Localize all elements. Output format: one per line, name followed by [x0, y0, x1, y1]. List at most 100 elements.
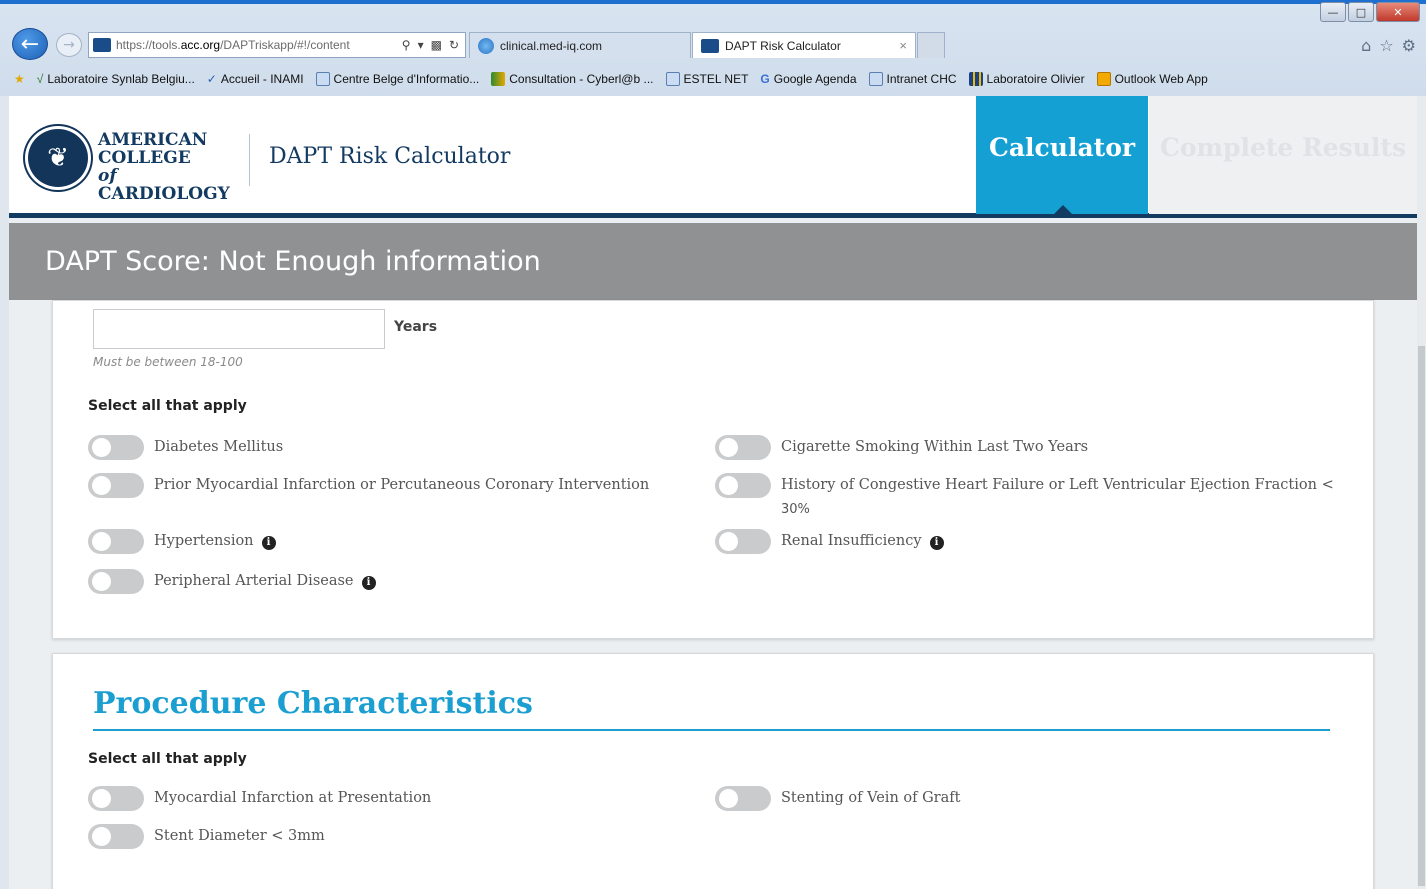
toggle-switch[interactable]: [88, 569, 144, 594]
factor-text: Renal Insufficiency: [781, 533, 922, 549]
info-icon[interactable]: i: [261, 536, 276, 550]
favorite-label: Intranet CHC: [886, 72, 957, 86]
factor-renal-insufficiency[interactable]: Renal Insufficiency i: [715, 529, 944, 554]
factor-diabetes[interactable]: Diabetes Mellitus: [88, 435, 283, 460]
factor-hypertension[interactable]: Hypertension i: [88, 529, 276, 554]
favorite-link[interactable]: G Google Agenda: [760, 72, 856, 86]
toggle-switch[interactable]: [715, 473, 771, 498]
favorite-link[interactable]: Centre Belge d'Informatio...: [315, 72, 480, 86]
toggle-switch[interactable]: [715, 529, 771, 554]
factor-label: Stenting of Vein of Graft: [781, 790, 961, 806]
page-icon: [665, 72, 680, 86]
favorite-label: ESTEL NET: [683, 72, 749, 86]
close-window-icon[interactable]: ✕: [1376, 2, 1420, 22]
factor-label: Renal Insufficiency i: [781, 529, 944, 553]
factor-label: History of Congestive Heart Failure or L…: [781, 473, 1334, 522]
page-scrollbar[interactable]: [1417, 96, 1426, 889]
back-button[interactable]: ←: [12, 28, 48, 60]
logo-word: COLLEGE: [98, 148, 191, 168]
factor-text: History of Congestive Heart Failure or L…: [781, 477, 1334, 493]
factor-stent-diameter[interactable]: Stent Diameter < 3mm: [88, 824, 325, 849]
window-controls: — □ ✕: [1320, 2, 1420, 22]
url-prefix: https://tools.: [116, 38, 181, 52]
factor-mi-at-presentation[interactable]: Myocardial Infarction at Presentation: [88, 786, 431, 811]
age-input[interactable]: [93, 309, 385, 349]
patient-characteristics-card: Years Must be between 18-100 Select all …: [52, 300, 1374, 639]
favorite-label: Accueil - INAMI: [220, 72, 304, 86]
browser-tools: ⌂ ☆ ⚙: [1361, 36, 1416, 55]
factor-prior-mi-pci[interactable]: Prior Myocardial Infarction or Percutane…: [88, 473, 649, 498]
favorites-star-icon[interactable]: ☆: [1379, 36, 1393, 55]
title-bar: [0, 0, 1426, 4]
favorite-link[interactable]: √ Laboratoire Synlab Belgiu...: [37, 72, 195, 86]
minimize-icon[interactable]: —: [1320, 2, 1346, 22]
close-tab-icon[interactable]: ×: [899, 38, 907, 53]
home-icon[interactable]: ⌂: [1361, 36, 1371, 55]
logo-word: of: [98, 166, 117, 186]
gear-icon[interactable]: ⚙: [1402, 36, 1416, 55]
factor-smoking[interactable]: Cigarette Smoking Within Last Two Years: [715, 435, 1088, 460]
tab-complete-results[interactable]: Complete Results: [1149, 96, 1417, 214]
maximize-icon[interactable]: □: [1348, 2, 1374, 22]
favorite-label: Laboratoire Olivier: [986, 72, 1085, 86]
page-icon: [868, 72, 883, 86]
tab-clinical-med-iq[interactable]: clinical.med-iq.com: [469, 32, 691, 58]
favorite-link[interactable]: Consultation - Cyberl@b ...: [491, 72, 654, 86]
age-unit-label: Years: [394, 319, 438, 335]
search-icon[interactable]: ⚲: [402, 38, 411, 52]
dapt-score-banner: DAPT Score: Not Enough information: [9, 223, 1417, 300]
procedure-characteristics-card: Procedure Characteristics Select all tha…: [52, 653, 1374, 889]
scrollbar-thumb[interactable]: [1418, 346, 1425, 886]
synlab-icon: √: [36, 72, 44, 86]
select-all-label: Select all that apply: [88, 751, 247, 767]
lock-icon[interactable]: ▩: [431, 38, 442, 52]
site-favicon-icon: [701, 38, 719, 53]
favorite-link[interactable]: ESTEL NET: [665, 72, 749, 86]
toggle-switch[interactable]: [88, 529, 144, 554]
forward-button[interactable]: →: [56, 33, 82, 57]
favorite-label: Centre Belge d'Informatio...: [333, 72, 480, 86]
factor-text: Peripheral Arterial Disease: [154, 573, 354, 589]
arrow-left-icon: ←: [20, 31, 40, 57]
logo-line: CARDIOLOGY: [98, 184, 230, 204]
acc-seal-icon[interactable]: ❦: [25, 126, 91, 190]
browser-chrome: — □ ✕ ← → https://tools.acc.org/DAPTrisk…: [0, 0, 1426, 96]
factor-label: Peripheral Arterial Disease i: [154, 569, 376, 593]
grid-icon: [968, 72, 983, 86]
app-title: DAPT Risk Calculator: [269, 144, 511, 169]
factor-label: Stent Diameter < 3mm: [154, 828, 325, 844]
favorites-star-icon[interactable]: ★: [14, 72, 25, 86]
toggle-switch[interactable]: [715, 435, 771, 460]
factor-peripheral-arterial-disease[interactable]: Peripheral Arterial Disease i: [88, 569, 376, 594]
tab-calculator[interactable]: Calculator: [976, 96, 1148, 214]
ie-page-icon: [478, 37, 494, 54]
info-icon[interactable]: i: [929, 536, 944, 550]
factor-chf-lvef[interactable]: History of Congestive Heart Failure or L…: [715, 473, 1335, 522]
arrow-right-icon: →: [63, 37, 75, 53]
header-divider: [249, 134, 250, 186]
logo-line: COLLEGE of: [98, 149, 230, 185]
acc-logo[interactable]: AMERICAN COLLEGE of CARDIOLOGY: [98, 131, 230, 203]
section-divider: [93, 729, 1330, 731]
toggle-switch[interactable]: [88, 435, 144, 460]
factor-label: Prior Myocardial Infarction or Percutane…: [154, 477, 650, 493]
url-host: acc.org: [180, 38, 221, 52]
info-icon[interactable]: i: [361, 576, 376, 590]
favorite-label: Outlook Web App: [1114, 72, 1208, 86]
factor-vein-graft-stenting[interactable]: Stenting of Vein of Graft: [715, 786, 960, 811]
outlook-icon: [1096, 72, 1111, 86]
new-tab-button[interactable]: [917, 32, 945, 58]
toggle-switch[interactable]: [88, 824, 144, 849]
toggle-switch[interactable]: [88, 473, 144, 498]
favorite-link[interactable]: Laboratoire Olivier: [968, 72, 1085, 86]
toggle-switch[interactable]: [88, 786, 144, 811]
tab-dapt-risk-calculator[interactable]: DAPT Risk Calculator ×: [692, 32, 916, 58]
dropdown-icon[interactable]: ▾: [418, 38, 424, 52]
page-icon: [315, 72, 330, 86]
favorite-link[interactable]: Intranet CHC: [868, 72, 957, 86]
favorite-link[interactable]: ✓ Accueil - INAMI: [207, 72, 304, 86]
refresh-icon[interactable]: ↻: [449, 38, 459, 52]
favorite-link[interactable]: Outlook Web App: [1096, 72, 1208, 86]
toggle-switch[interactable]: [715, 786, 771, 811]
address-bar[interactable]: https://tools.acc.org/DAPTriskapp/#!/con…: [88, 32, 466, 58]
